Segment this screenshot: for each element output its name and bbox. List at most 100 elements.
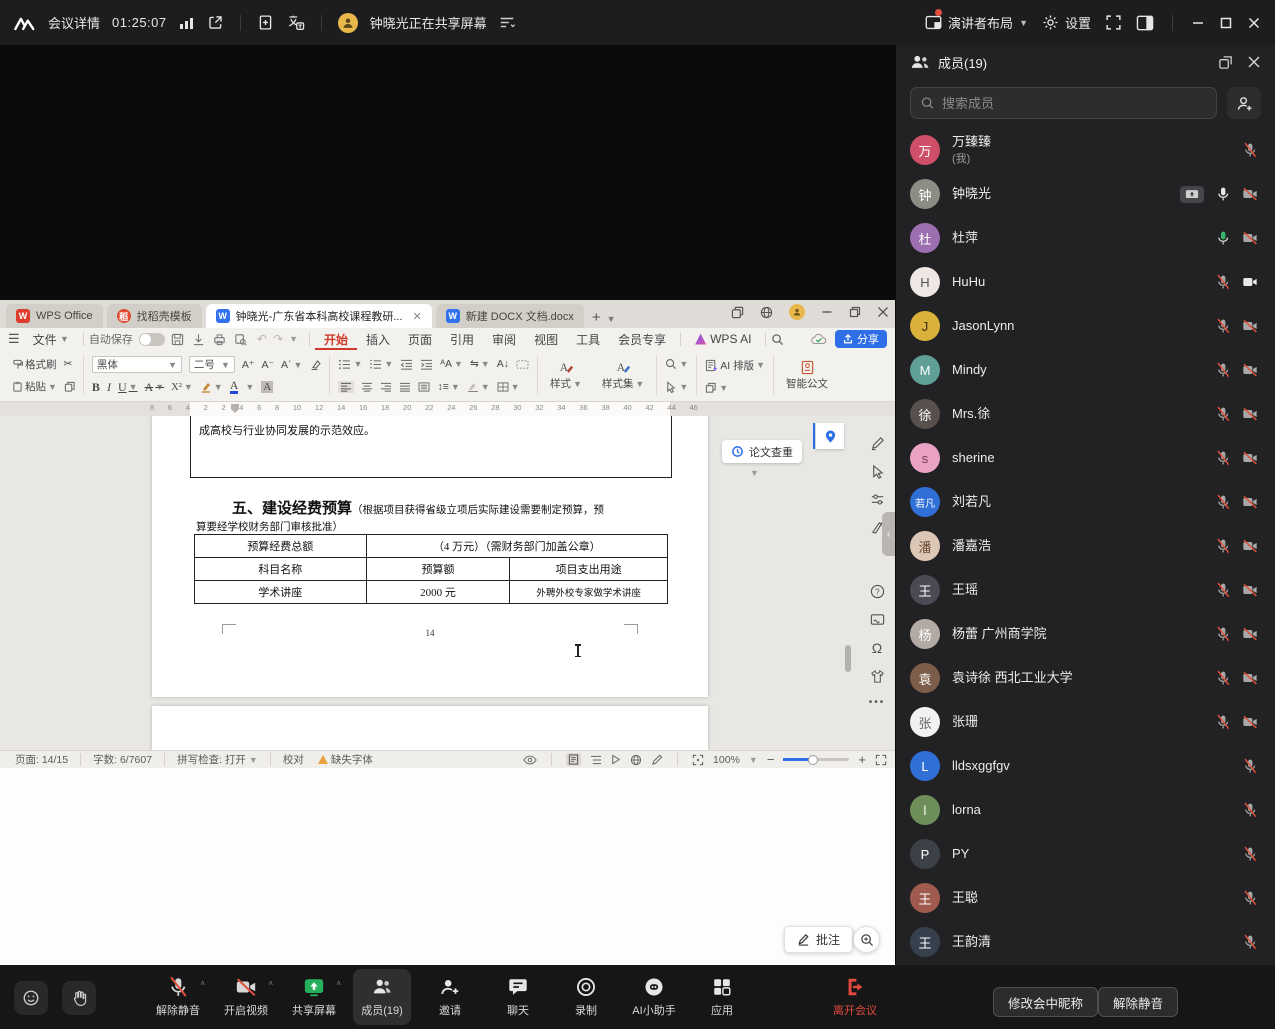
numbered-list-button[interactable]: ▼ <box>369 359 393 370</box>
new-tab-button[interactable]: + <box>592 309 601 326</box>
status-proofread[interactable]: 校对 <box>276 752 311 767</box>
member-camera-icon[interactable] <box>1242 362 1258 378</box>
member-row[interactable]: 王王瑶 <box>896 568 1275 612</box>
fullscreen-icon[interactable] <box>1105 14 1122 31</box>
member-row[interactable]: Llldsxggfgv <box>896 744 1275 788</box>
wps-tab-current-doc[interactable]: W 钟晓光-广东省本科高校课程教研... ✕ <box>206 304 432 328</box>
member-row[interactable]: MMindy <box>896 348 1275 392</box>
status-page[interactable]: 页面: 14/15 <box>8 752 75 767</box>
member-row[interactable]: 万万臻臻(我) <box>896 128 1275 172</box>
zoom-out-button[interactable]: − <box>767 752 775 767</box>
member-row[interactable]: 杨杨蕾 广州商学院 <box>896 612 1275 656</box>
fullscreen-doc-icon[interactable] <box>875 754 887 766</box>
member-row[interactable]: HHuHu <box>896 260 1275 304</box>
tab-close-icon[interactable]: ✕ <box>413 310 422 323</box>
member-camera-icon[interactable] <box>1242 582 1258 598</box>
tab-list-caret[interactable]: ▼ <box>607 314 616 324</box>
caret-icon[interactable]: ˄ <box>268 979 273 988</box>
location-pin-button[interactable] <box>816 423 844 449</box>
document-page-14[interactable]: 成高校与行业协同发展的示范效应。 五、建设经费预算（根据项目获得省级立项后实际建… <box>152 416 708 697</box>
edit-pen-icon[interactable] <box>870 436 885 451</box>
member-mic-icon[interactable] <box>1215 714 1231 730</box>
outline-view-icon[interactable] <box>590 755 602 765</box>
reactions-button[interactable] <box>14 981 48 1015</box>
wps-globe-icon[interactable] <box>760 306 773 319</box>
wps-menu-view[interactable]: 视图 <box>525 328 567 350</box>
member-mic-icon[interactable] <box>1215 626 1231 642</box>
sharing-options-icon[interactable] <box>499 16 515 29</box>
italic-button[interactable]: I <box>107 380 111 395</box>
strikethrough-button[interactable]: A▼ <box>145 380 165 395</box>
sort-button[interactable]: A↓ <box>497 358 509 370</box>
member-mic-icon[interactable] <box>1215 274 1231 290</box>
close-panel-icon[interactable] <box>1247 55 1261 69</box>
panel-collapse-handle[interactable]: ‹ <box>882 512 895 556</box>
redo-icon[interactable]: ↷ <box>273 332 283 346</box>
toolbar-item-apps[interactable]: 应用 <box>693 969 751 1025</box>
web-view-icon[interactable] <box>630 754 642 766</box>
leave-meeting-button[interactable]: 离开会议 <box>820 969 890 1025</box>
wps-file-menu[interactable]: 文件 ▼ <box>24 328 78 350</box>
copy-icon[interactable] <box>64 381 75 392</box>
paper-check-collapse-icon[interactable]: ▼ <box>750 468 759 478</box>
shading-button[interactable]: ▼ <box>467 382 490 392</box>
toolbar-item-chat[interactable]: 聊天 <box>489 969 547 1025</box>
paste-button[interactable]: 粘贴▼ <box>12 379 57 394</box>
member-mic-icon[interactable] <box>1215 582 1231 598</box>
member-row[interactable]: 袁袁诗徐 西北工业大学 <box>896 656 1275 700</box>
wps-tab-home[interactable]: W WPS Office <box>6 304 103 328</box>
window-close-button[interactable] <box>1247 16 1261 30</box>
member-mic-icon[interactable] <box>1215 362 1231 378</box>
wps-menu-insert[interactable]: 插入 <box>357 328 399 350</box>
member-camera-icon[interactable] <box>1242 406 1258 422</box>
print-preview-icon[interactable] <box>234 333 247 346</box>
signature-icon[interactable] <box>870 612 885 627</box>
wps-ai-menu[interactable]: WPS AI <box>686 328 760 350</box>
undo-icon[interactable]: ↶ <box>257 332 267 346</box>
help-icon[interactable]: ? <box>870 584 885 599</box>
increase-font-icon[interactable]: A⁺ <box>242 359 255 371</box>
member-mic-icon[interactable] <box>1215 318 1231 334</box>
captions-translate-icon[interactable] <box>286 14 305 31</box>
toolbar-item-cam-off[interactable]: 开启视频˄ <box>217 969 275 1025</box>
toolbar-item-ai[interactable]: AI小助手 <box>625 969 683 1025</box>
member-camera-icon[interactable] <box>1242 450 1258 466</box>
member-row[interactable]: 潘潘嘉浩 <box>896 524 1275 568</box>
member-camera-icon[interactable] <box>1242 186 1258 202</box>
symbol-omega-icon[interactable]: Ω <box>872 640 882 656</box>
smart-doc-button[interactable]: 智能公文 <box>782 360 832 391</box>
layout-switcher[interactable]: 演讲者布局 ▼ <box>925 13 1028 32</box>
document-page-15[interactable] <box>152 706 708 750</box>
wps-share-button[interactable]: 分享 <box>835 330 887 348</box>
member-row[interactable]: 王王聪 <box>896 876 1275 920</box>
toolbar-item-record[interactable]: 录制 <box>557 969 615 1025</box>
play-view-icon[interactable] <box>611 754 621 765</box>
members-search-box[interactable] <box>910 87 1217 119</box>
window-maximize-button[interactable] <box>1219 16 1233 30</box>
status-words[interactable]: 字数: 6/7607 <box>86 752 159 767</box>
toolbar-item-members[interactable]: 成员(19) <box>353 969 411 1025</box>
cut-icon[interactable]: ✂ <box>64 358 73 370</box>
member-camera-icon[interactable] <box>1242 538 1258 554</box>
zoom-slider[interactable] <box>783 758 849 761</box>
caret-icon[interactable]: ˄ <box>336 979 341 988</box>
member-row[interactable]: ssherine <box>896 436 1275 480</box>
decrease-font-icon[interactable]: A⁻ <box>261 359 274 371</box>
distribute-button[interactable] <box>418 382 430 392</box>
align-right-button[interactable] <box>380 382 392 392</box>
text-effects-icon[interactable]: A᾿▼ <box>281 359 302 371</box>
clear-format-icon[interactable] <box>309 359 321 371</box>
document-canvas[interactable]: 成高校与行业协同发展的示范效应。 五、建设经费预算（根据项目获得省级立项后实际建… <box>0 416 895 750</box>
wps-search-icon[interactable] <box>771 333 784 346</box>
page-view-icon[interactable] <box>566 753 581 766</box>
member-mic-icon[interactable] <box>1215 406 1231 422</box>
eye-protect-icon[interactable] <box>523 755 537 765</box>
member-row[interactable]: PPY <box>896 832 1275 876</box>
char-scale-button[interactable]: ᴬA▼ <box>440 358 463 370</box>
select-button[interactable]: ▼ <box>665 381 688 393</box>
member-mic-icon[interactable] <box>1215 494 1231 510</box>
styles-button[interactable]: A 样式▼ <box>546 360 586 391</box>
window-minimize-button[interactable] <box>1191 16 1205 30</box>
justify-button[interactable] <box>399 382 411 392</box>
members-search-input[interactable] <box>942 96 1206 111</box>
